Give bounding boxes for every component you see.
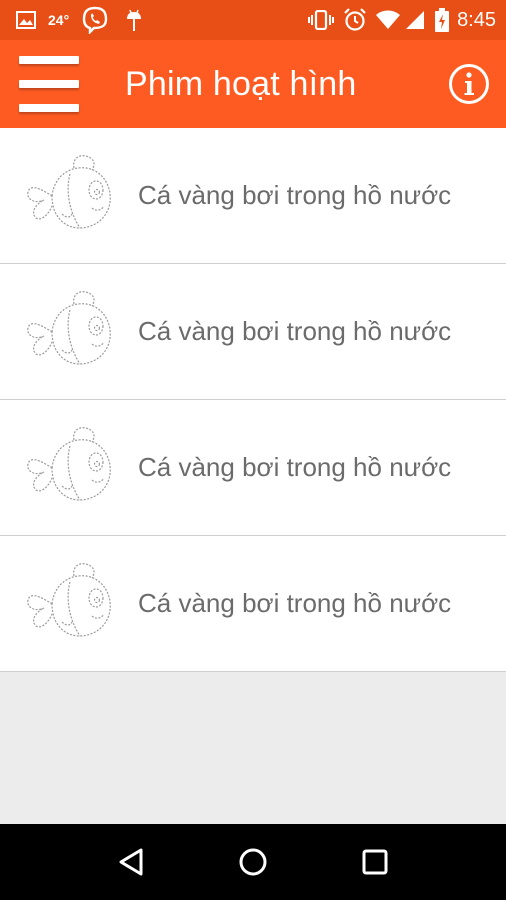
list-item[interactable]: Cá vàng bơi trong hồ nước bbox=[0, 128, 506, 264]
info-button[interactable] bbox=[448, 63, 490, 105]
info-icon bbox=[449, 64, 489, 104]
back-button[interactable] bbox=[111, 842, 151, 882]
vibrate-icon bbox=[307, 10, 335, 30]
image-icon bbox=[16, 11, 36, 29]
android-icon bbox=[123, 7, 145, 33]
menu-button[interactable] bbox=[19, 56, 79, 112]
list-item[interactable]: Cá vàng bơi trong hồ nước bbox=[0, 536, 506, 672]
home-icon bbox=[239, 848, 267, 876]
list-item-title: Cá vàng bơi trong hồ nước bbox=[138, 588, 452, 618]
status-left: 24° bbox=[16, 6, 145, 34]
navigation-bar bbox=[0, 824, 506, 900]
list-item-title: Cá vàng bơi trong hồ nước bbox=[138, 316, 452, 346]
fish-drawing-icon bbox=[27, 426, 111, 501]
battery-charging-icon bbox=[435, 8, 450, 32]
home-button[interactable] bbox=[233, 842, 273, 882]
page-title: Phim hoạt hình bbox=[125, 64, 357, 103]
fish-drawing-icon bbox=[27, 562, 111, 637]
menu-icon-bar bbox=[19, 104, 79, 112]
clock-time: 8:45 bbox=[457, 8, 496, 31]
list-item[interactable]: Cá vàng bơi trong hồ nước bbox=[0, 400, 506, 536]
video-list: Cá vàng bơi trong hồ nước Cá vàng bơi tr… bbox=[0, 128, 506, 672]
recents-button[interactable] bbox=[355, 842, 395, 882]
recents-icon bbox=[362, 849, 388, 875]
list-item-title: Cá vàng bơi trong hồ nước bbox=[138, 452, 452, 482]
status-bar: 24° 8:45 bbox=[0, 0, 506, 40]
alarm-icon bbox=[343, 8, 367, 32]
fish-drawing-icon bbox=[27, 290, 111, 365]
back-icon bbox=[119, 848, 143, 876]
temperature-text: 24° bbox=[48, 12, 70, 28]
menu-icon bbox=[19, 56, 79, 64]
menu-icon-bar bbox=[19, 80, 79, 88]
viber-icon bbox=[81, 6, 109, 34]
status-right: 8:45 bbox=[307, 8, 496, 32]
wifi-icon bbox=[375, 10, 401, 30]
fish-drawing-icon bbox=[27, 154, 111, 229]
signal-icon bbox=[405, 10, 425, 30]
list-item[interactable]: Cá vàng bơi trong hồ nước bbox=[0, 264, 506, 400]
list-item-title: Cá vàng bơi trong hồ nước bbox=[138, 180, 452, 210]
app-bar: Phim hoạt hình bbox=[0, 40, 506, 128]
